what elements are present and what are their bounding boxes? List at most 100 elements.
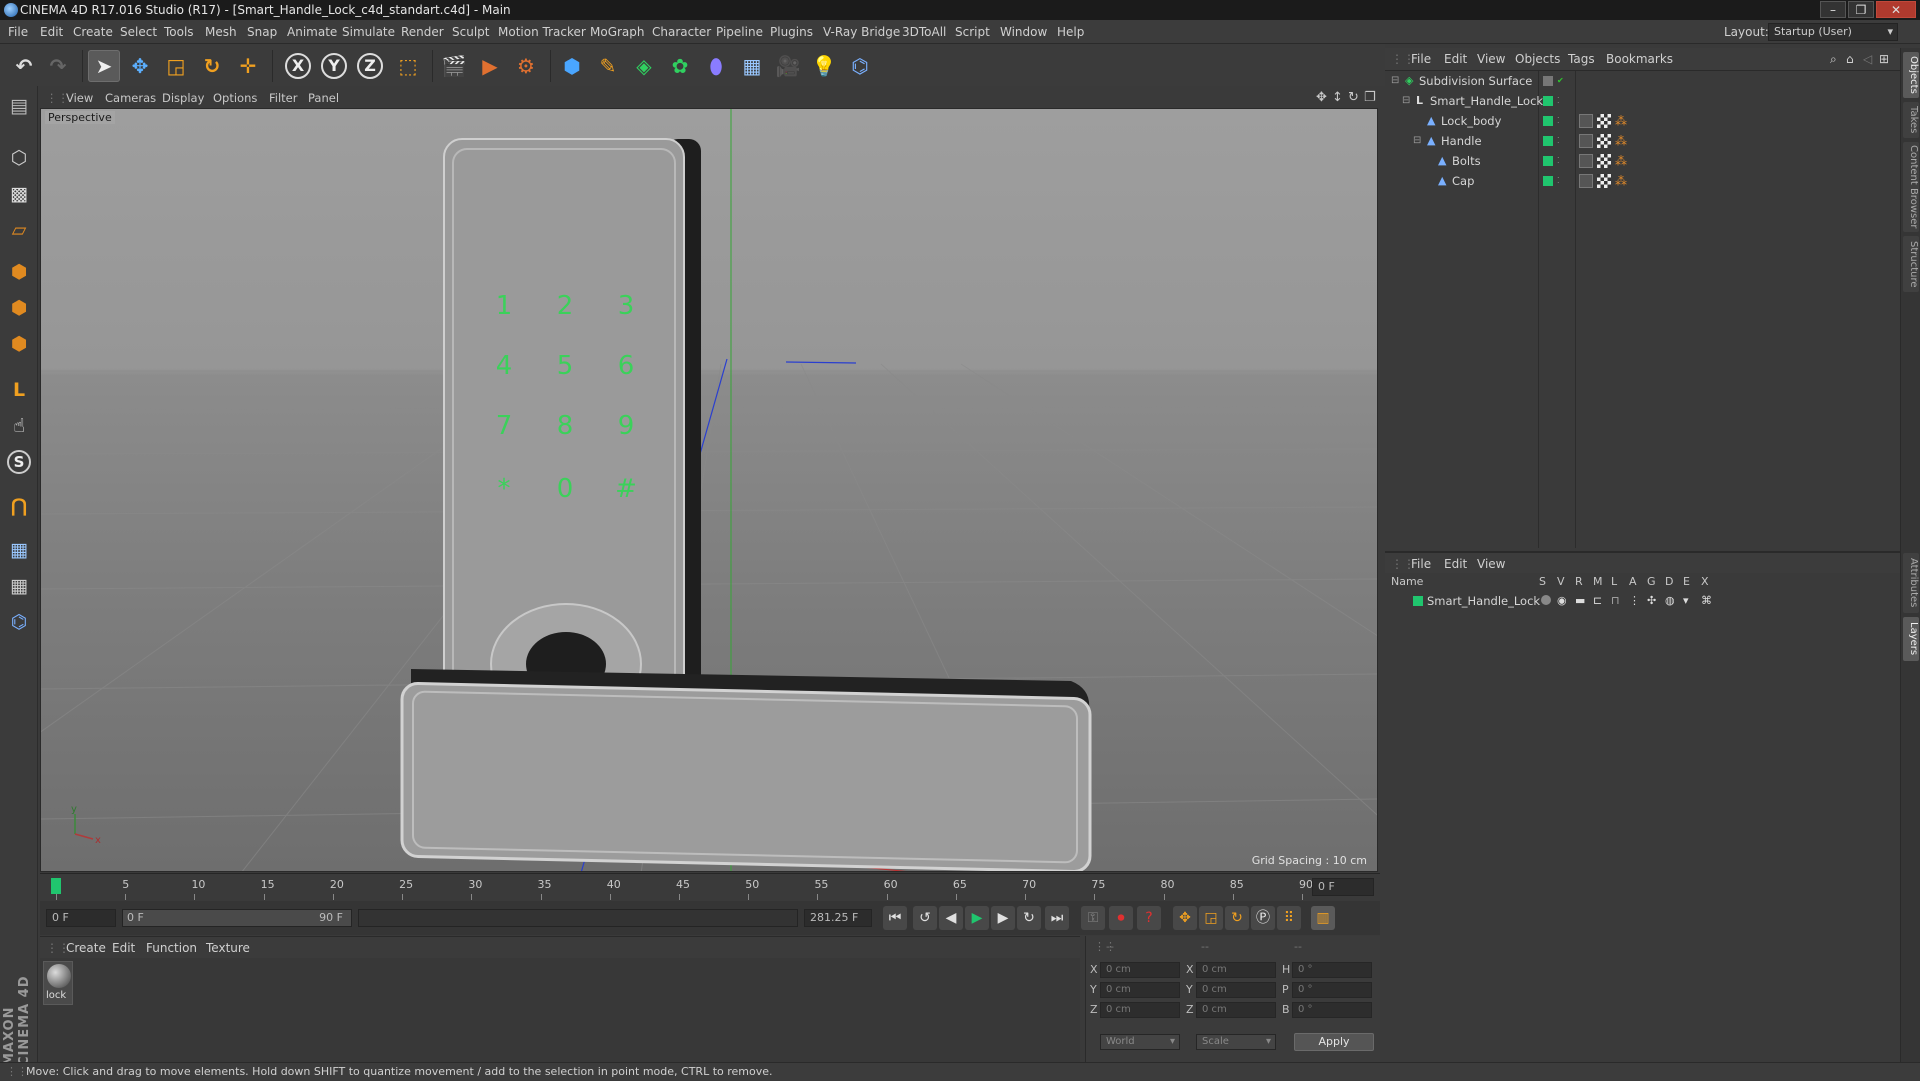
edges-mode-button[interactable]: ⬢ [3,292,35,324]
uvw-tag-icon[interactable] [1597,174,1611,188]
pos-y-field[interactable]: 0 cm [1100,982,1180,998]
layer-col-view[interactable]: V [1557,573,1565,591]
x-axis-lock-button[interactable]: X [282,50,314,82]
layer-row[interactable]: Smart_Handle_Lock ◉ ▬ ⊏ ⊓ ⋮ ✣ ◍ ▾ ⌘ [1385,591,1900,611]
phong-tag-icon[interactable] [1579,134,1593,148]
viewport-menu-cameras[interactable]: Cameras [105,88,156,108]
end-frame-field[interactable]: 281.25 F [804,909,872,927]
viewport-menu-panel[interactable]: Panel [308,88,339,108]
size-mode-dropdown[interactable]: Scale ▾ [1196,1034,1276,1050]
visibility-dots-icon[interactable]: ⁚ [1557,131,1560,151]
home-icon[interactable]: ⌂ [1846,48,1854,70]
keyframe-selection-button[interactable]: ? [1137,906,1161,930]
layer-col-render[interactable]: R [1575,573,1583,591]
key-position-button[interactable]: ✥ [1173,906,1197,930]
material-menu-create[interactable]: Create [66,937,106,959]
rot-h-field[interactable]: 0 ° [1292,962,1372,978]
phong-tag-icon[interactable] [1579,154,1593,168]
menu-pipeline[interactable]: Pipeline [716,20,763,44]
viewport-menu-display[interactable]: Display [162,88,204,108]
menu-tools[interactable]: Tools [164,20,194,44]
tree-fold-icon[interactable]: ⊟ [1413,131,1421,151]
objects-menu-bookmarks[interactable]: Bookmarks [1606,48,1673,70]
selection-tag-icon[interactable]: ⁂ [1615,131,1627,151]
tweak-mode-button[interactable]: ☝ [3,410,35,442]
layer-col-deformers[interactable]: D [1665,573,1673,591]
rot-b-field[interactable]: 0 ° [1292,1002,1372,1018]
menu-window[interactable]: Window [1000,20,1047,44]
layer-color-swatch[interactable] [1543,96,1553,106]
size-z-field[interactable]: 0 cm [1196,1002,1276,1018]
viewport-rotate-icon[interactable]: ↻ [1348,88,1359,108]
add-nurbs-button[interactable]: ◈ [628,50,660,82]
object-row[interactable]: ⊟ ▲ Handle ⁚ ⁂ [1385,131,1900,151]
menu-3dtoall[interactable]: 3DToAll [902,20,946,44]
render-settings-button[interactable]: ⚙ [510,50,542,82]
render-picture-viewer-button[interactable]: ▶ [474,50,506,82]
size-x-field[interactable]: 0 cm [1196,962,1276,978]
layer-col-solo[interactable]: S [1539,573,1546,591]
menu-character[interactable]: Character [652,20,711,44]
objects-menu-edit[interactable]: Edit [1444,48,1467,70]
add-cube-button[interactable]: ⬢ [556,50,588,82]
layer-solo-dot[interactable] [1541,595,1551,605]
object-row[interactable]: ▲ Bolts ⁚ ⁂ [1385,151,1900,171]
menu-script[interactable]: Script [955,20,990,44]
tab-layers[interactable]: Layers [1903,617,1919,661]
layer-animation-icon[interactable]: ⋮ [1629,591,1640,611]
workplane-mode-button[interactable]: ▦ [3,570,35,602]
previous-key-button[interactable]: ↺ [913,906,937,930]
current-frame-field[interactable]: 0 F [1312,878,1374,896]
maximize-button[interactable]: ❐ [1848,1,1874,18]
uvw-tag-icon[interactable] [1597,154,1611,168]
menu-simulate[interactable]: Simulate [342,20,395,44]
go-to-start-button[interactable]: ⏮ [883,906,907,930]
previous-frame-button[interactable]: ◀ [939,906,963,930]
layer-xref-icon[interactable]: ⌘ [1701,591,1712,611]
selection-tag-icon[interactable]: ⁂ [1615,171,1627,191]
polygons-mode-button[interactable]: ⬢ [3,328,35,360]
move-tool-button[interactable]: ✥ [124,50,156,82]
key-rotation-button[interactable]: ↻ [1225,906,1249,930]
close-button[interactable]: ✕ [1876,1,1916,18]
python-button[interactable]: ⌬ [844,50,876,82]
layers-menu-view[interactable]: View [1477,553,1505,575]
layer-col-animation[interactable]: A [1629,573,1637,591]
layer-col-generators[interactable]: G [1647,573,1656,591]
layers-menu-file[interactable]: File [1411,553,1431,575]
visibility-dots-icon[interactable]: ⁚ [1557,151,1560,171]
phong-tag-icon[interactable] [1579,174,1593,188]
coord-system-dropdown[interactable]: World ▾ [1100,1034,1180,1050]
add-mograph-button[interactable]: ✿ [664,50,696,82]
search-icon[interactable]: ⌕ [1830,48,1837,70]
z-axis-lock-button[interactable]: Z [354,50,386,82]
model-mode-button[interactable]: ⬡ [3,142,35,174]
menu-file[interactable]: File [8,20,28,44]
next-key-button[interactable]: ↻ [1017,906,1041,930]
add-spline-button[interactable]: ✎ [592,50,624,82]
menu-create[interactable]: Create [73,20,113,44]
make-editable-button[interactable]: ▤ [3,90,35,122]
back-icon[interactable]: ◁ [1863,48,1872,70]
selection-tag-icon[interactable]: ⁂ [1615,151,1627,171]
next-frame-button[interactable]: ▶ [991,906,1015,930]
snap-button[interactable]: S [3,446,35,478]
add-deformer-button[interactable]: ⬮ [700,50,732,82]
render-view-button[interactable]: 🎬 [438,50,470,82]
uvw-tag-icon[interactable] [1597,114,1611,128]
selection-tag-icon[interactable]: ⁂ [1615,111,1627,131]
layer-col-xref[interactable]: X [1701,573,1709,591]
menu-snap[interactable]: Snap [247,20,277,44]
new-panel-icon[interactable]: ⊞ [1879,48,1889,70]
tab-objects[interactable]: Objects [1903,52,1919,98]
visibility-dots-icon[interactable]: ⁚ [1557,91,1560,111]
viewport-menu-view[interactable]: View [66,88,93,108]
viewport-menu-options[interactable]: Options [213,88,257,108]
tab-takes[interactable]: Takes [1903,102,1919,138]
layer-render-icon[interactable]: ▬ [1575,591,1585,611]
objects-menu-file[interactable]: File [1411,48,1431,70]
live-selection-button[interactable]: ➤ [88,50,120,82]
viewport-camera-label[interactable]: Perspective [45,111,115,124]
pos-z-field[interactable]: 0 cm [1100,1002,1180,1018]
transform-tool-button[interactable]: ✛ [232,50,264,82]
